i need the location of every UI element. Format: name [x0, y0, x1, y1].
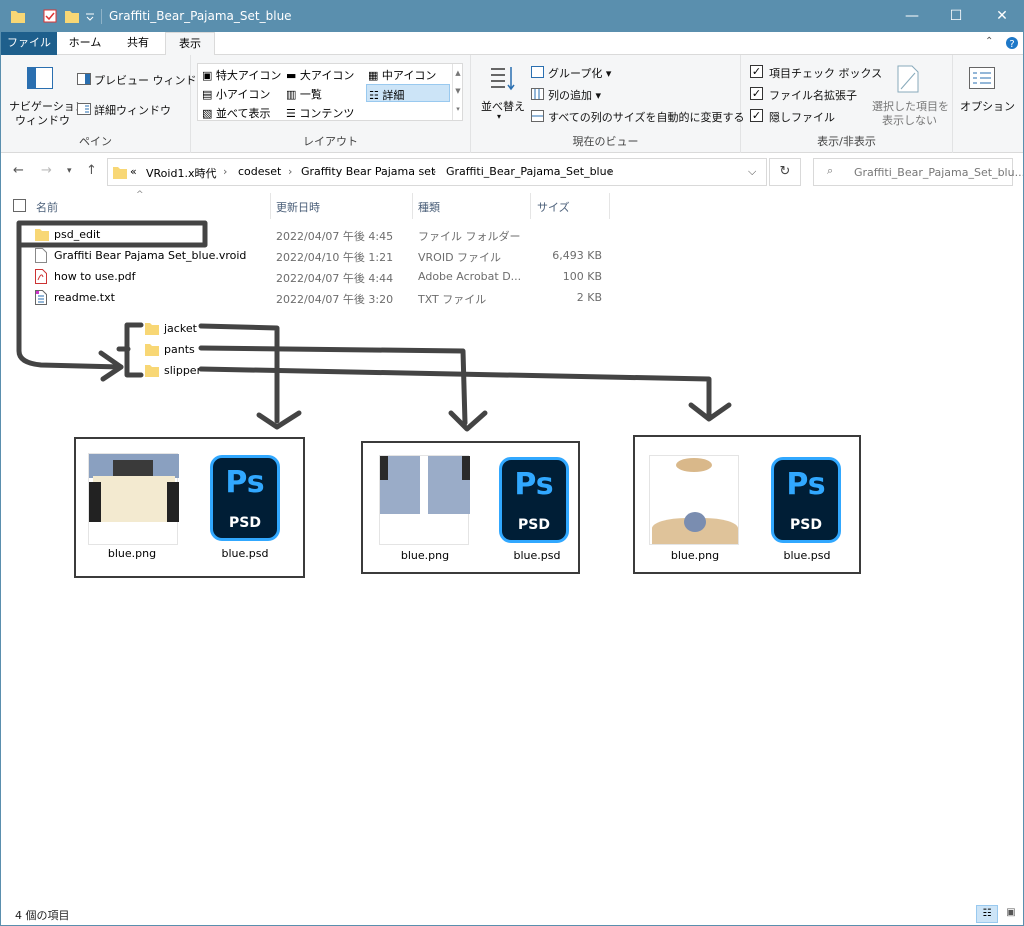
photoshop-icon[interactable]: Ps PSD	[499, 457, 569, 543]
jacket-files-box: blue.png Ps PSD blue.psd	[74, 437, 305, 578]
pants-files-box: blue.png Ps PSD blue.psd	[361, 441, 580, 574]
explorer-window: Graffiti_Bear_Pajama_Set_blue — ☐ ✕ ファイル…	[0, 0, 1024, 926]
psd-badge-text: PSD	[790, 517, 822, 533]
arrow-psd-to-subfolders	[16, 242, 124, 370]
arrowhead	[448, 410, 488, 432]
arrow-pants	[198, 345, 468, 426]
slipper-png-name[interactable]: blue.png	[645, 549, 745, 562]
photoshop-icon[interactable]: Ps PSD	[771, 457, 841, 543]
details-view-toggle-icon[interactable]: ☷	[976, 905, 998, 923]
slipper-png-thumbnail[interactable]	[649, 455, 739, 545]
jacket-png-thumbnail[interactable]	[88, 453, 179, 545]
jacket-psd-name[interactable]: blue.psd	[195, 547, 295, 560]
jacket-png-name[interactable]: blue.png	[82, 547, 182, 560]
ps-badge-text: Ps	[225, 465, 265, 500]
pants-png-name[interactable]: blue.png	[375, 549, 475, 562]
ps-badge-text: Ps	[786, 467, 826, 502]
ps-badge-text: Ps	[514, 467, 554, 502]
photoshop-icon[interactable]: Ps PSD	[210, 455, 280, 541]
pants-png-thumbnail[interactable]	[379, 455, 470, 545]
psd-badge-text: PSD	[518, 517, 550, 533]
large-icons-view-toggle-icon[interactable]: ▣	[1001, 905, 1021, 923]
slipper-psd-name[interactable]: blue.psd	[757, 549, 857, 562]
slipper-files-box: blue.png Ps PSD blue.psd	[633, 435, 861, 574]
arrow-jacket	[198, 323, 280, 424]
pants-psd-name[interactable]: blue.psd	[487, 549, 587, 562]
status-item-count: 4 個の項目	[15, 909, 70, 922]
highlight-box-psd-edit	[16, 220, 208, 248]
psd-badge-text: PSD	[229, 515, 261, 531]
